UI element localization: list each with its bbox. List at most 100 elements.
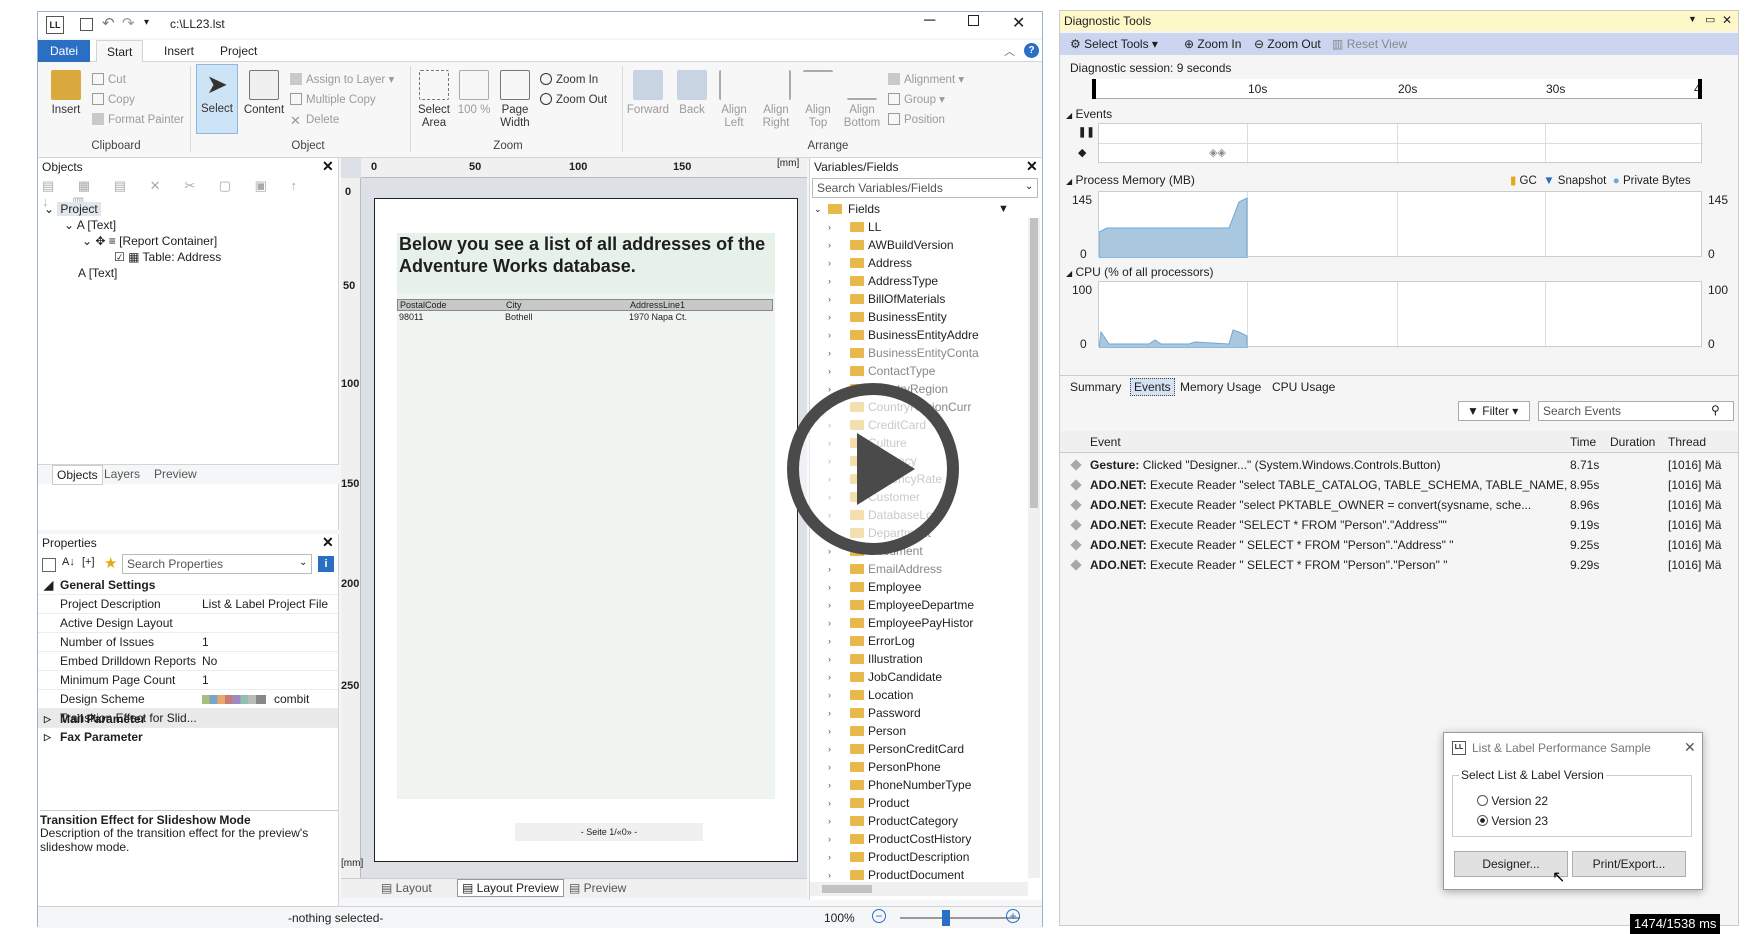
select-area-button[interactable]: Select Area <box>414 70 454 130</box>
dropdown-icon[interactable]: ▼ <box>1688 14 1697 24</box>
report-page[interactable]: Below you see a list of all addresses of… <box>374 198 798 862</box>
close-icon[interactable]: ✕ <box>1722 13 1732 27</box>
minimize-button[interactable]: ─ <box>924 12 935 30</box>
field-item[interactable]: › LL <box>810 218 1028 236</box>
field-item[interactable]: › Product <box>810 794 1028 812</box>
property-row[interactable]: Number of Issues 1 <box>38 633 338 652</box>
memory-graph[interactable] <box>1098 191 1702 258</box>
select-tools-button[interactable]: ⚙ Select Tools ▾ <box>1070 37 1158 51</box>
page-footer[interactable]: - Seite 1/«0» - <box>515 823 703 841</box>
collapse-ribbon-icon[interactable]: ︿ <box>1004 43 1015 59</box>
field-item[interactable]: › Illustration <box>810 650 1028 668</box>
variables-panel-close-icon[interactable]: ✕ <box>1026 158 1038 175</box>
event-row[interactable]: ADO.NET: Execute Reader " SELECT * FROM … <box>1060 555 1738 575</box>
multiple-copy-button[interactable]: Multiple Copy <box>290 92 376 108</box>
tab-canvas-preview[interactable]: ▤ Preview <box>569 881 626 895</box>
property-row[interactable]: Active Design Layout <box>38 614 338 633</box>
designer-button[interactable]: Designer... <box>1454 851 1568 877</box>
tab-events[interactable]: Events <box>1130 378 1175 396</box>
save-icon[interactable] <box>80 18 93 31</box>
tab-memory-usage[interactable]: Memory Usage <box>1180 380 1261 394</box>
field-item[interactable]: › Password <box>810 704 1028 722</box>
field-item[interactable]: › BusinessEntityConta <box>810 344 1028 362</box>
timeline-end-marker[interactable] <box>1698 79 1702 99</box>
field-item[interactable]: › BillOfMaterials <box>810 290 1028 308</box>
tab-cpu-usage[interactable]: CPU Usage <box>1272 380 1335 394</box>
field-item[interactable]: › Employee <box>810 578 1028 596</box>
field-item[interactable]: › ProductCategory <box>810 812 1028 830</box>
field-item[interactable]: › ErrorLog <box>810 632 1028 650</box>
field-item[interactable]: › ProductDocument <box>810 866 1028 880</box>
tab-objects[interactable]: Objects <box>52 465 103 485</box>
delete-button[interactable]: ✕ Delete <box>290 112 339 128</box>
field-item[interactable]: › PhoneNumberType <box>810 776 1028 794</box>
tab-layout-preview[interactable]: ▤ Layout Preview <box>457 879 564 897</box>
property-row[interactable]: Design Scheme combit <box>38 690 338 709</box>
design-canvas[interactable]: 0 50 100 150 [mm] 0 50 100 150 200 250 [… <box>341 158 807 898</box>
tree-item-project[interactable]: ⌄ Project <box>44 202 101 216</box>
copy-button[interactable]: Copy <box>92 92 135 108</box>
print-export-button[interactable]: Print/Export... <box>1572 851 1686 877</box>
event-row[interactable]: ADO.NET: Execute Reader "select PKTABLE_… <box>1060 495 1738 515</box>
objects-panel-close-icon[interactable]: ✕ <box>322 158 334 175</box>
field-item[interactable]: › EmployeeDepartme <box>810 596 1028 614</box>
property-row[interactable]: Minimum Page Count 1 <box>38 671 338 690</box>
event-row[interactable]: Gesture: Clicked "Designer..." (System.W… <box>1060 455 1738 475</box>
property-row[interactable]: Project Description List & Label Project … <box>38 595 338 614</box>
break-event-icon[interactable]: ◆ <box>1078 146 1086 159</box>
field-item[interactable]: › EmployeePayHistor <box>810 614 1028 632</box>
filter-button[interactable]: ▼ Filter ▾ <box>1458 401 1530 421</box>
property-group-general[interactable]: ◢ General Settings <box>38 576 338 595</box>
back-button[interactable]: Back <box>672 70 712 117</box>
field-item[interactable]: › ProductDescription <box>810 848 1028 866</box>
col-duration[interactable]: Duration <box>1610 431 1655 453</box>
diag-zoom-in-button[interactable]: ⊕ Zoom In <box>1184 37 1241 51</box>
reset-view-button[interactable]: ▥ Reset View <box>1332 37 1407 51</box>
format-painter-button[interactable]: Format Painter <box>92 112 184 128</box>
align-left-button[interactable]: Align Left <box>714 70 754 130</box>
expand-all-icon[interactable]: [+] <box>82 556 95 568</box>
events-track[interactable]: ◈◈ <box>1098 123 1703 164</box>
properties-panel-close-icon[interactable]: ✕ <box>322 534 334 551</box>
redo-icon[interactable]: ↷ <box>122 14 135 32</box>
zoom-slider-thumb[interactable] <box>942 910 950 926</box>
radio-version-23[interactable]: Version 23 <box>1477 814 1548 828</box>
info-icon[interactable]: i <box>318 556 334 572</box>
zoom-100-button[interactable]: 100 % <box>456 70 492 117</box>
tab-layers[interactable]: Layers <box>104 467 140 481</box>
align-top-button[interactable]: Align Top <box>798 70 838 130</box>
pause-icon[interactable]: ❚❚ <box>1078 127 1095 138</box>
search-variables-input[interactable]: Search Variables/Fields ⌄ <box>812 178 1038 198</box>
timeline-start-marker[interactable] <box>1092 79 1096 99</box>
tab-start[interactable]: Start <box>96 40 144 62</box>
help-icon[interactable]: ? <box>1024 43 1039 58</box>
cpu-graph[interactable] <box>1098 281 1702 348</box>
field-item[interactable]: › EmailAddress <box>810 560 1028 578</box>
insert-button[interactable]: Insert <box>46 70 86 117</box>
tab-project[interactable]: Project <box>210 40 267 62</box>
zoom-minus-icon[interactable]: − <box>872 909 886 923</box>
scrollbar-thumb[interactable] <box>1030 218 1038 508</box>
table-header-row[interactable]: PostalCode City AddressLine1 <box>397 299 773 311</box>
zoom-in-button[interactable]: Zoom In <box>540 72 598 88</box>
close-button[interactable]: ✕ <box>1012 13 1025 33</box>
fields-root[interactable]: ⌄ Fields ▼ <box>810 200 1030 218</box>
alignment-button[interactable]: Alignment ▾ <box>888 72 964 88</box>
categorized-icon[interactable] <box>42 558 56 572</box>
field-item[interactable]: › PersonCreditCard <box>810 740 1028 758</box>
tab-datei[interactable]: Datei <box>38 40 90 62</box>
event-row[interactable]: ADO.NET: Execute Reader "select TABLE_CA… <box>1060 475 1738 495</box>
field-item[interactable]: › ProductCostHistory <box>810 830 1028 848</box>
tab-insert[interactable]: Insert <box>154 40 204 62</box>
field-item[interactable]: › Location <box>810 686 1028 704</box>
property-row[interactable]: Embed Drilldown Reports No <box>38 652 338 671</box>
forward-button[interactable]: Forward <box>624 70 672 117</box>
event-row[interactable]: ADO.NET: Execute Reader " SELECT * FROM … <box>1060 535 1738 555</box>
position-button[interactable]: Position <box>888 112 945 128</box>
event-row[interactable]: ADO.NET: Execute Reader "SELECT * FROM "… <box>1060 515 1738 535</box>
tab-summary[interactable]: Summary <box>1070 380 1121 394</box>
filter-icon[interactable]: ▼ <box>998 200 1009 218</box>
align-right-button[interactable]: Align Right <box>756 70 796 130</box>
field-item[interactable]: › AddressType <box>810 272 1028 290</box>
group-button[interactable]: Group ▾ <box>888 92 945 108</box>
